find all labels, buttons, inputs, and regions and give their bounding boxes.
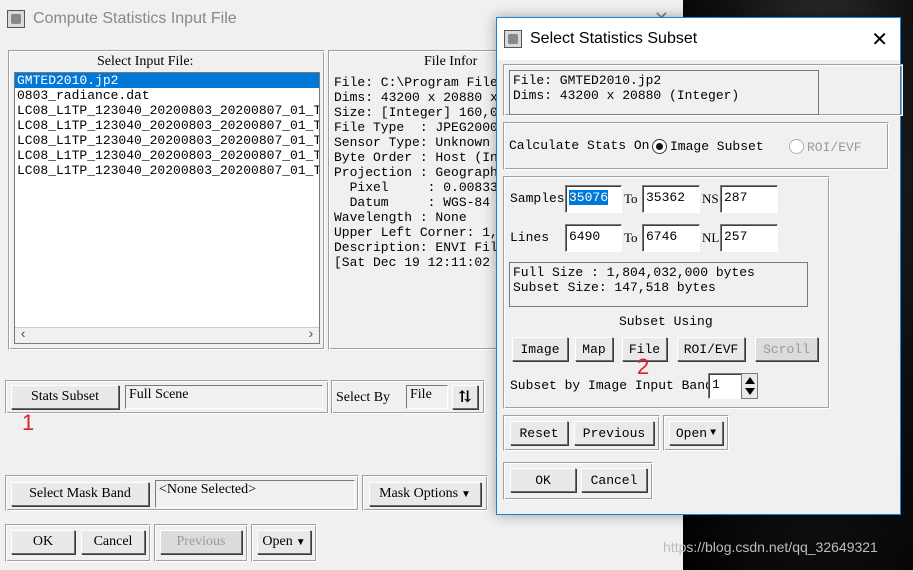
watermark-text: https://blog.csdn.net/qq_32649321	[663, 539, 878, 555]
size-info-box: Full Size : 1,804,032,000 bytes Subset S…	[509, 262, 808, 307]
file-list[interactable]: GMTED2010.jp2 0803_radiance.dat LC08_L1T…	[14, 72, 320, 344]
select-statistics-subset-dialog: Select Statistics Subset ✕ File: GMTED20…	[496, 17, 903, 515]
select-by-value[interactable]: File	[406, 385, 448, 409]
previous-button[interactable]: Previous	[574, 421, 654, 445]
dialog-open-button[interactable]: Open ▼	[669, 421, 723, 445]
open-label: Open	[675, 425, 708, 441]
full-size-text: Full Size : 1,804,032,000 bytes	[513, 265, 755, 280]
samples-label: Samples	[510, 191, 565, 206]
mask-options-label: Mask Options	[379, 486, 459, 501]
lines-to-input[interactable]: 6746	[642, 224, 700, 252]
dialog-titlebar[interactable]: Select Statistics Subset ✕	[497, 18, 900, 60]
dropdown-arrow-icon: ▼	[295, 536, 306, 548]
mask-options-button[interactable]: Mask Options ▼	[369, 482, 481, 506]
mask-value: <None Selected>	[155, 480, 355, 508]
lines-label: Lines	[510, 230, 550, 245]
samples-to-input[interactable]: 35362	[642, 185, 700, 213]
cancel-button[interactable]: Cancel	[81, 530, 145, 554]
subset-scroll-button[interactable]: Scroll	[755, 337, 818, 361]
image-subset-radio[interactable]	[652, 139, 667, 154]
file-info-label: File Infor	[424, 54, 478, 69]
nl-input[interactable]: 257	[720, 224, 778, 252]
annotation-marker-1: 1	[22, 410, 35, 435]
samples-from-value: 35076	[569, 190, 609, 205]
sort-arrows-icon[interactable]: ⇅	[452, 385, 478, 409]
ns-label: NS	[702, 191, 719, 206]
subset-using-label: Subset Using	[619, 314, 713, 329]
list-item[interactable]: 0803_radiance.dat	[15, 88, 319, 103]
scroll-right-icon[interactable]: ›	[307, 327, 315, 343]
to-label: To	[624, 191, 638, 206]
dialog-file-info: File: GMTED2010.jp2 Dims: 43200 x 20880 …	[509, 70, 819, 115]
list-item[interactable]: LC08_L1TP_123040_20200803_20200807_01_T1	[15, 103, 319, 118]
stats-subset-button[interactable]: Stats Subset	[11, 385, 119, 409]
band-input[interactable]: 1	[708, 373, 742, 399]
open-button[interactable]: Open ▼	[257, 530, 311, 554]
roi-evf-label: ROI/EVF	[807, 140, 862, 155]
ok-button[interactable]: OK	[11, 530, 75, 554]
dialog-cancel-button[interactable]: Cancel	[581, 468, 647, 492]
ns-input[interactable]: 287	[720, 185, 778, 213]
list-item[interactable]: LC08_L1TP_123040_20200803_20200807_01_T1	[15, 163, 319, 178]
envi-app-icon	[504, 30, 522, 48]
roi-evf-radio[interactable]	[789, 139, 804, 154]
stats-subset-value: Full Scene	[125, 385, 323, 409]
list-item[interactable]: GMTED2010.jp2	[15, 73, 319, 88]
image-subset-label: Image Subset	[670, 139, 764, 154]
list-item[interactable]: LC08_L1TP_123040_20200803_20200807_01_T1	[15, 148, 319, 163]
list-item[interactable]: LC08_L1TP_123040_20200803_20200807_01_T1	[15, 118, 319, 133]
to-label: To	[624, 230, 638, 245]
list-item[interactable]: LC08_L1TP_123040_20200803_20200807_01_T1	[15, 133, 319, 148]
samples-from-input[interactable]: 35076	[565, 185, 622, 213]
subset-roi-evf-button[interactable]: ROI/EVF	[677, 337, 745, 361]
reset-button[interactable]: Reset	[510, 421, 568, 445]
annotation-marker-2: 2	[637, 354, 650, 379]
file-info-text: File: C:\Program Files Dims: 43200 x 208…	[334, 75, 496, 270]
close-icon[interactable]: ✕	[871, 27, 888, 52]
envi-app-icon	[7, 10, 25, 28]
subset-size-text: Subset Size: 147,518 bytes	[513, 280, 716, 295]
subset-image-button[interactable]: Image	[512, 337, 568, 361]
horizontal-scrollbar[interactable]: ‹ ›	[15, 327, 319, 343]
select-by-label: Select By	[336, 390, 391, 405]
subset-map-button[interactable]: Map	[575, 337, 613, 361]
band-spinner-icon[interactable]	[741, 373, 758, 399]
dropdown-arrow-icon: ▼	[710, 427, 717, 439]
dialog-title: Select Statistics Subset	[530, 30, 698, 47]
window-title: Compute Statistics Input File	[33, 10, 237, 27]
calc-stats-label: Calculate Stats On	[509, 138, 650, 153]
scroll-left-icon[interactable]: ‹	[19, 327, 27, 343]
select-mask-band-button[interactable]: Select Mask Band	[11, 482, 149, 506]
open-label: Open	[262, 534, 293, 549]
previous-button[interactable]: Previous	[160, 530, 242, 554]
dropdown-arrow-icon: ▼	[461, 488, 471, 500]
dialog-ok-button[interactable]: OK	[510, 468, 576, 492]
lines-from-input[interactable]: 6490	[565, 224, 622, 252]
nl-label: NL	[702, 230, 720, 245]
band-label: Subset by Image Input Band	[510, 378, 713, 393]
select-input-label: Select Input File:	[97, 54, 194, 69]
